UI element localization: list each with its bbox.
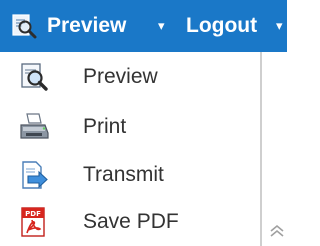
document-arrow-icon <box>22 161 48 189</box>
menu-item-label: Preview <box>83 65 158 88</box>
content-area <box>262 52 287 246</box>
magnifier-document-icon <box>21 63 48 91</box>
pdf-icon: PDF <box>21 207 45 237</box>
menu-item-preview[interactable]: Preview <box>0 53 260 101</box>
svg-text:PDF: PDF <box>25 210 41 218</box>
logout-button[interactable]: Logout <box>186 0 257 52</box>
chevron-down-icon[interactable]: ▾ <box>158 0 165 52</box>
menu-item-label: Transmit <box>83 163 164 186</box>
menu-item-label: Print <box>83 115 127 138</box>
preview-dropdown-menu: Preview Print Transmit PDF Save PDF <box>0 52 262 246</box>
printer-icon <box>20 113 49 139</box>
preview-toolbar-icon <box>12 14 37 39</box>
preview-toolbar-label: Preview <box>47 14 127 37</box>
collapse-up-icon[interactable] <box>268 222 286 240</box>
chevron-down-icon[interactable]: ▾ <box>276 0 283 52</box>
logout-label: Logout <box>186 14 258 37</box>
menu-item-print[interactable]: Print <box>0 103 260 151</box>
menu-item-transmit[interactable]: Transmit <box>0 151 260 199</box>
menu-item-label: Save PDF <box>83 210 179 233</box>
top-toolbar: Preview ▾ Logout ▾ <box>0 0 287 52</box>
menu-item-save-pdf[interactable]: PDF Save PDF <box>0 198 260 246</box>
preview-menu-button[interactable]: Preview <box>10 0 126 52</box>
screen: Preview ▾ Logout ▾ Preview Print Transmi… <box>0 0 287 246</box>
